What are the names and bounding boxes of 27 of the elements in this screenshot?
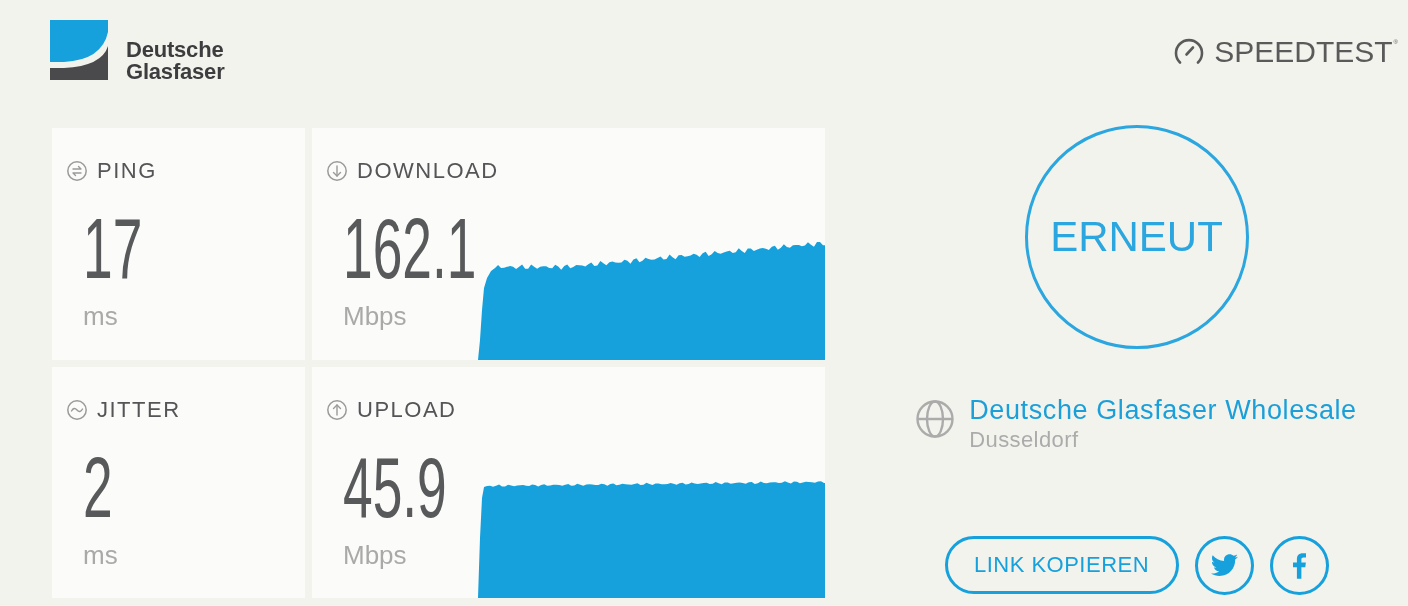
wave-icon <box>67 400 87 420</box>
gauge-icon <box>1174 38 1205 64</box>
server-location: Dusseldorf <box>969 428 1079 452</box>
logo-icon <box>50 20 110 80</box>
metric-label: DOWNLOAD <box>357 159 499 183</box>
globe-icon <box>916 400 955 438</box>
metric-unit: ms <box>83 301 118 331</box>
copy-link-button[interactable]: LINK KOPIEREN <box>944 536 1179 594</box>
metric-value: 2 <box>83 444 113 530</box>
metric-label: JITTER <box>97 398 181 422</box>
share-button[interactable] <box>1194 536 1254 595</box>
bird-icon <box>1210 554 1238 577</box>
metric-label: UPLOAD <box>357 398 457 422</box>
metric-value: 17 <box>83 205 143 291</box>
share-button[interactable] <box>1269 536 1329 595</box>
metric-value: 45.9 <box>343 444 447 530</box>
metric-unit: Mbps <box>343 540 407 570</box>
speedtest-logo-text: SPEEDTEST$^{®}$ <box>1214 37 1398 67</box>
brand-name: Deutsche Glasfaser <box>126 39 225 83</box>
metric-value: 162.1 <box>343 205 477 291</box>
server-name-link[interactable]: Deutsche Glasfaser Wholesale <box>969 395 1357 425</box>
metric-unit: ms <box>83 540 118 570</box>
swap-arrows-icon <box>67 161 87 181</box>
metric-unit: Mbps <box>343 301 407 331</box>
restart-button[interactable]: ERNEUT <box>1024 125 1249 349</box>
metric-label: PING <box>97 159 157 183</box>
f-logo-icon <box>1292 552 1306 579</box>
